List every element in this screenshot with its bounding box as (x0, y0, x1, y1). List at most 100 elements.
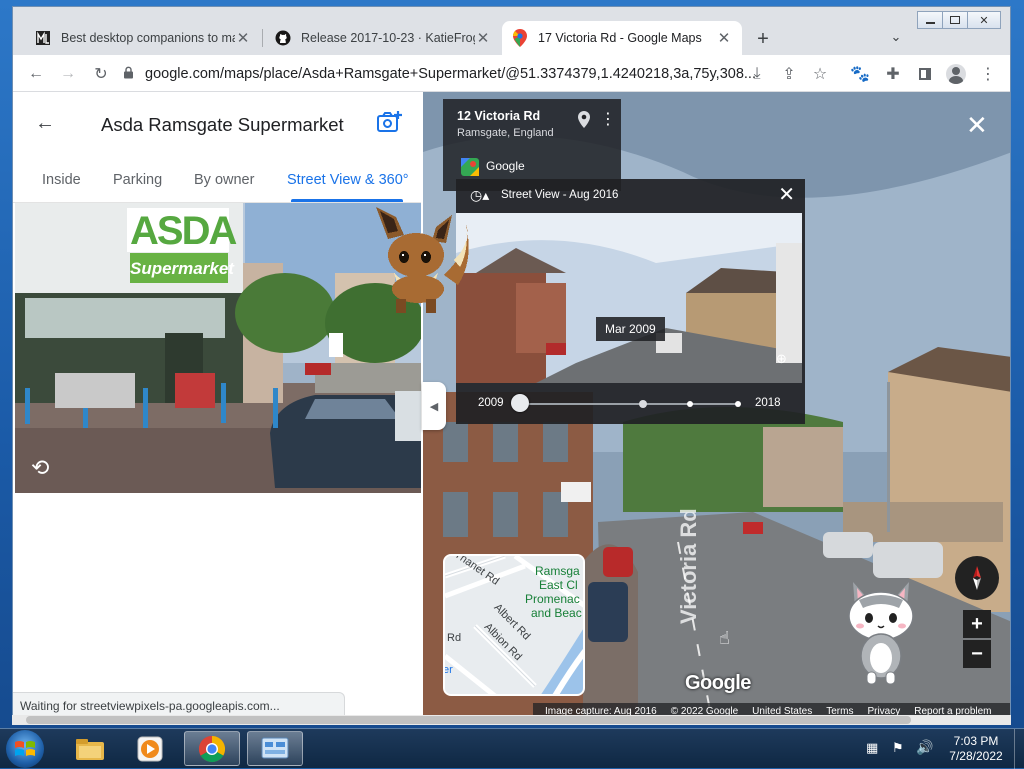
asda-sign: ASDA (130, 209, 237, 253)
zoom-out-button[interactable]: − (963, 640, 991, 668)
arrow-left-icon: ← (28, 65, 44, 82)
historical-preview-image[interactable]: ⊕ (456, 213, 802, 383)
close-icon: ✕ (778, 184, 795, 206)
zoom-preview-icon[interactable]: ⊕ (776, 351, 787, 367)
tab-desktop-companions[interactable]: Best desktop companions to mak ✕ (25, 21, 261, 55)
timeline-end-year: 2018 (755, 397, 781, 409)
tab-close-icon[interactable]: ✕ (716, 29, 732, 47)
arrow-right-icon: → (60, 65, 76, 82)
place-title: Asda Ramsgate Supermarket (101, 114, 344, 135)
side-panel-button[interactable] (914, 63, 936, 85)
compass-button[interactable] (955, 556, 999, 600)
restore-icon (950, 16, 960, 24)
chrome-menu-button[interactable]: ⋮ (977, 63, 999, 85)
minimize-icon (925, 21, 935, 24)
download-icon: ⤓ (753, 65, 761, 82)
timeline-slider-handle[interactable] (511, 394, 529, 412)
system-clock[interactable]: 7:03 PM 7/28/2022 (944, 734, 1008, 764)
address-bar[interactable]: google.com/maps/place/Asda+Ramsgate+Supe… (123, 60, 843, 88)
preview-date-label: Mar 2009 (596, 317, 665, 341)
chrome-icon (198, 735, 226, 762)
taskbar-control-panel[interactable] (247, 731, 303, 766)
folder-icon (76, 738, 104, 760)
history-clock-icon[interactable]: ◷▴ (470, 187, 489, 204)
cat-desktop-pet[interactable] (845, 578, 917, 686)
map-poi-line-3: Promenac (525, 592, 580, 606)
arrow-left-icon: ← (35, 112, 55, 134)
map-label-rd: Rd (447, 632, 462, 644)
github-icon (275, 30, 291, 46)
tab-github-release[interactable]: Release 2017-10-23 · KatieFrogs/ ✕ (265, 21, 501, 55)
forward-button[interactable]: → (57, 63, 79, 85)
minimize-button[interactable] (917, 11, 943, 29)
close-window-button[interactable]: ✕ (967, 11, 1001, 29)
maximize-button[interactable] (942, 11, 968, 29)
tab-inside[interactable]: Inside (42, 172, 81, 188)
street-view-viewer[interactable]: 12 Victoria Rd Ramsgate, England ⋮ Googl… (423, 92, 1010, 724)
tab-search-chevron-icon[interactable]: ⌄ (886, 27, 906, 47)
profile-button[interactable] (945, 63, 967, 85)
action-center-flag-icon[interactable]: ⚑ (892, 740, 904, 756)
street-view-address-card: 12 Victoria Rd Ramsgate, England ⋮ Googl… (443, 99, 621, 191)
tab-close-icon[interactable]: ✕ (235, 29, 251, 47)
media-player-icon (137, 736, 163, 761)
reload-button[interactable]: ↻ (90, 63, 112, 85)
lock-icon (123, 66, 137, 83)
maps-pin-icon (512, 29, 528, 47)
timeline-marker[interactable] (735, 401, 741, 407)
share-button[interactable]: ⇪ (778, 63, 800, 85)
map-poi-line-4: and Beac (531, 606, 582, 620)
reload-icon: ↻ (94, 66, 108, 83)
extensions-button[interactable]: ✚ (882, 63, 904, 85)
map-poi-line-1: Ramsga (535, 564, 580, 578)
mini-map[interactable]: Thanet Rd Albert Rd Albion Rd Rd er Rams… (443, 554, 585, 696)
taskbar-file-explorer[interactable] (62, 731, 118, 766)
show-desktop-button[interactable] (1014, 729, 1024, 769)
compass-icon (973, 566, 981, 590)
tab-street-view-360[interactable]: Street View & 360° (287, 172, 409, 188)
tab-separator (262, 29, 263, 47)
eevee-desktop-pet[interactable] (374, 205, 474, 320)
avatar-icon (946, 64, 966, 84)
road-name-overlay: Victoria Rd (676, 508, 701, 624)
provider-label: Google (486, 159, 525, 173)
horizontal-scrollbar[interactable] (12, 715, 1011, 725)
install-app-button[interactable]: ⤓ (746, 63, 768, 85)
collapse-panel-button[interactable]: ◀ (422, 382, 446, 430)
tab-by-owner[interactable]: By owner (194, 172, 254, 188)
close-time-machine-button[interactable]: ✕ (778, 185, 795, 205)
network-icon[interactable]: ▦ (866, 740, 878, 756)
new-tab-button[interactable]: + (751, 27, 775, 51)
back-button[interactable]: ← (25, 63, 47, 85)
back-to-place-button[interactable]: ← (35, 112, 55, 135)
close-street-view-button[interactable]: ✕ (966, 112, 988, 138)
star-icon: ☆ (812, 66, 828, 83)
tab-title: Best desktop companions to mak (61, 31, 235, 45)
taskbar-media-player[interactable] (122, 731, 178, 766)
taskbar-chrome[interactable] (184, 731, 240, 766)
more-options-icon[interactable]: ⋮ (600, 109, 616, 129)
paw-icon: 🐾 (850, 66, 870, 83)
paw-extension-button[interactable]: 🐾 (849, 63, 871, 85)
timeline-track[interactable] (520, 403, 738, 405)
chevron-left-icon: ◀ (429, 400, 439, 413)
tab-close-icon[interactable]: ✕ (475, 29, 491, 47)
volume-icon[interactable]: 🔊 (916, 739, 933, 756)
google-maps-logo-icon (461, 158, 479, 179)
timeline-marker-current[interactable] (639, 400, 647, 408)
add-photo-icon (377, 111, 402, 132)
start-button[interactable] (6, 730, 44, 768)
add-photo-button[interactable] (377, 110, 403, 137)
tab-google-maps[interactable]: 17 Victoria Rd - Google Maps ✕ (502, 21, 742, 55)
street-view-photo[interactable]: ASDA Supermarket ⟲ (15, 203, 421, 493)
scrollbar-thumb[interactable] (26, 716, 911, 724)
rotate-360-icon[interactable]: ⟲ (31, 455, 49, 481)
timeline-marker[interactable] (687, 401, 693, 407)
zoom-in-button[interactable]: + (963, 610, 991, 638)
side-panel-icon (919, 68, 931, 80)
location-pin-icon[interactable] (578, 111, 590, 131)
address-line-1: 12 Victoria Rd (457, 109, 541, 123)
tab-strip: Best desktop companions to mak ✕ Release… (13, 7, 1010, 55)
bookmark-button[interactable]: ☆ (809, 63, 831, 85)
tab-parking[interactable]: Parking (113, 172, 162, 188)
